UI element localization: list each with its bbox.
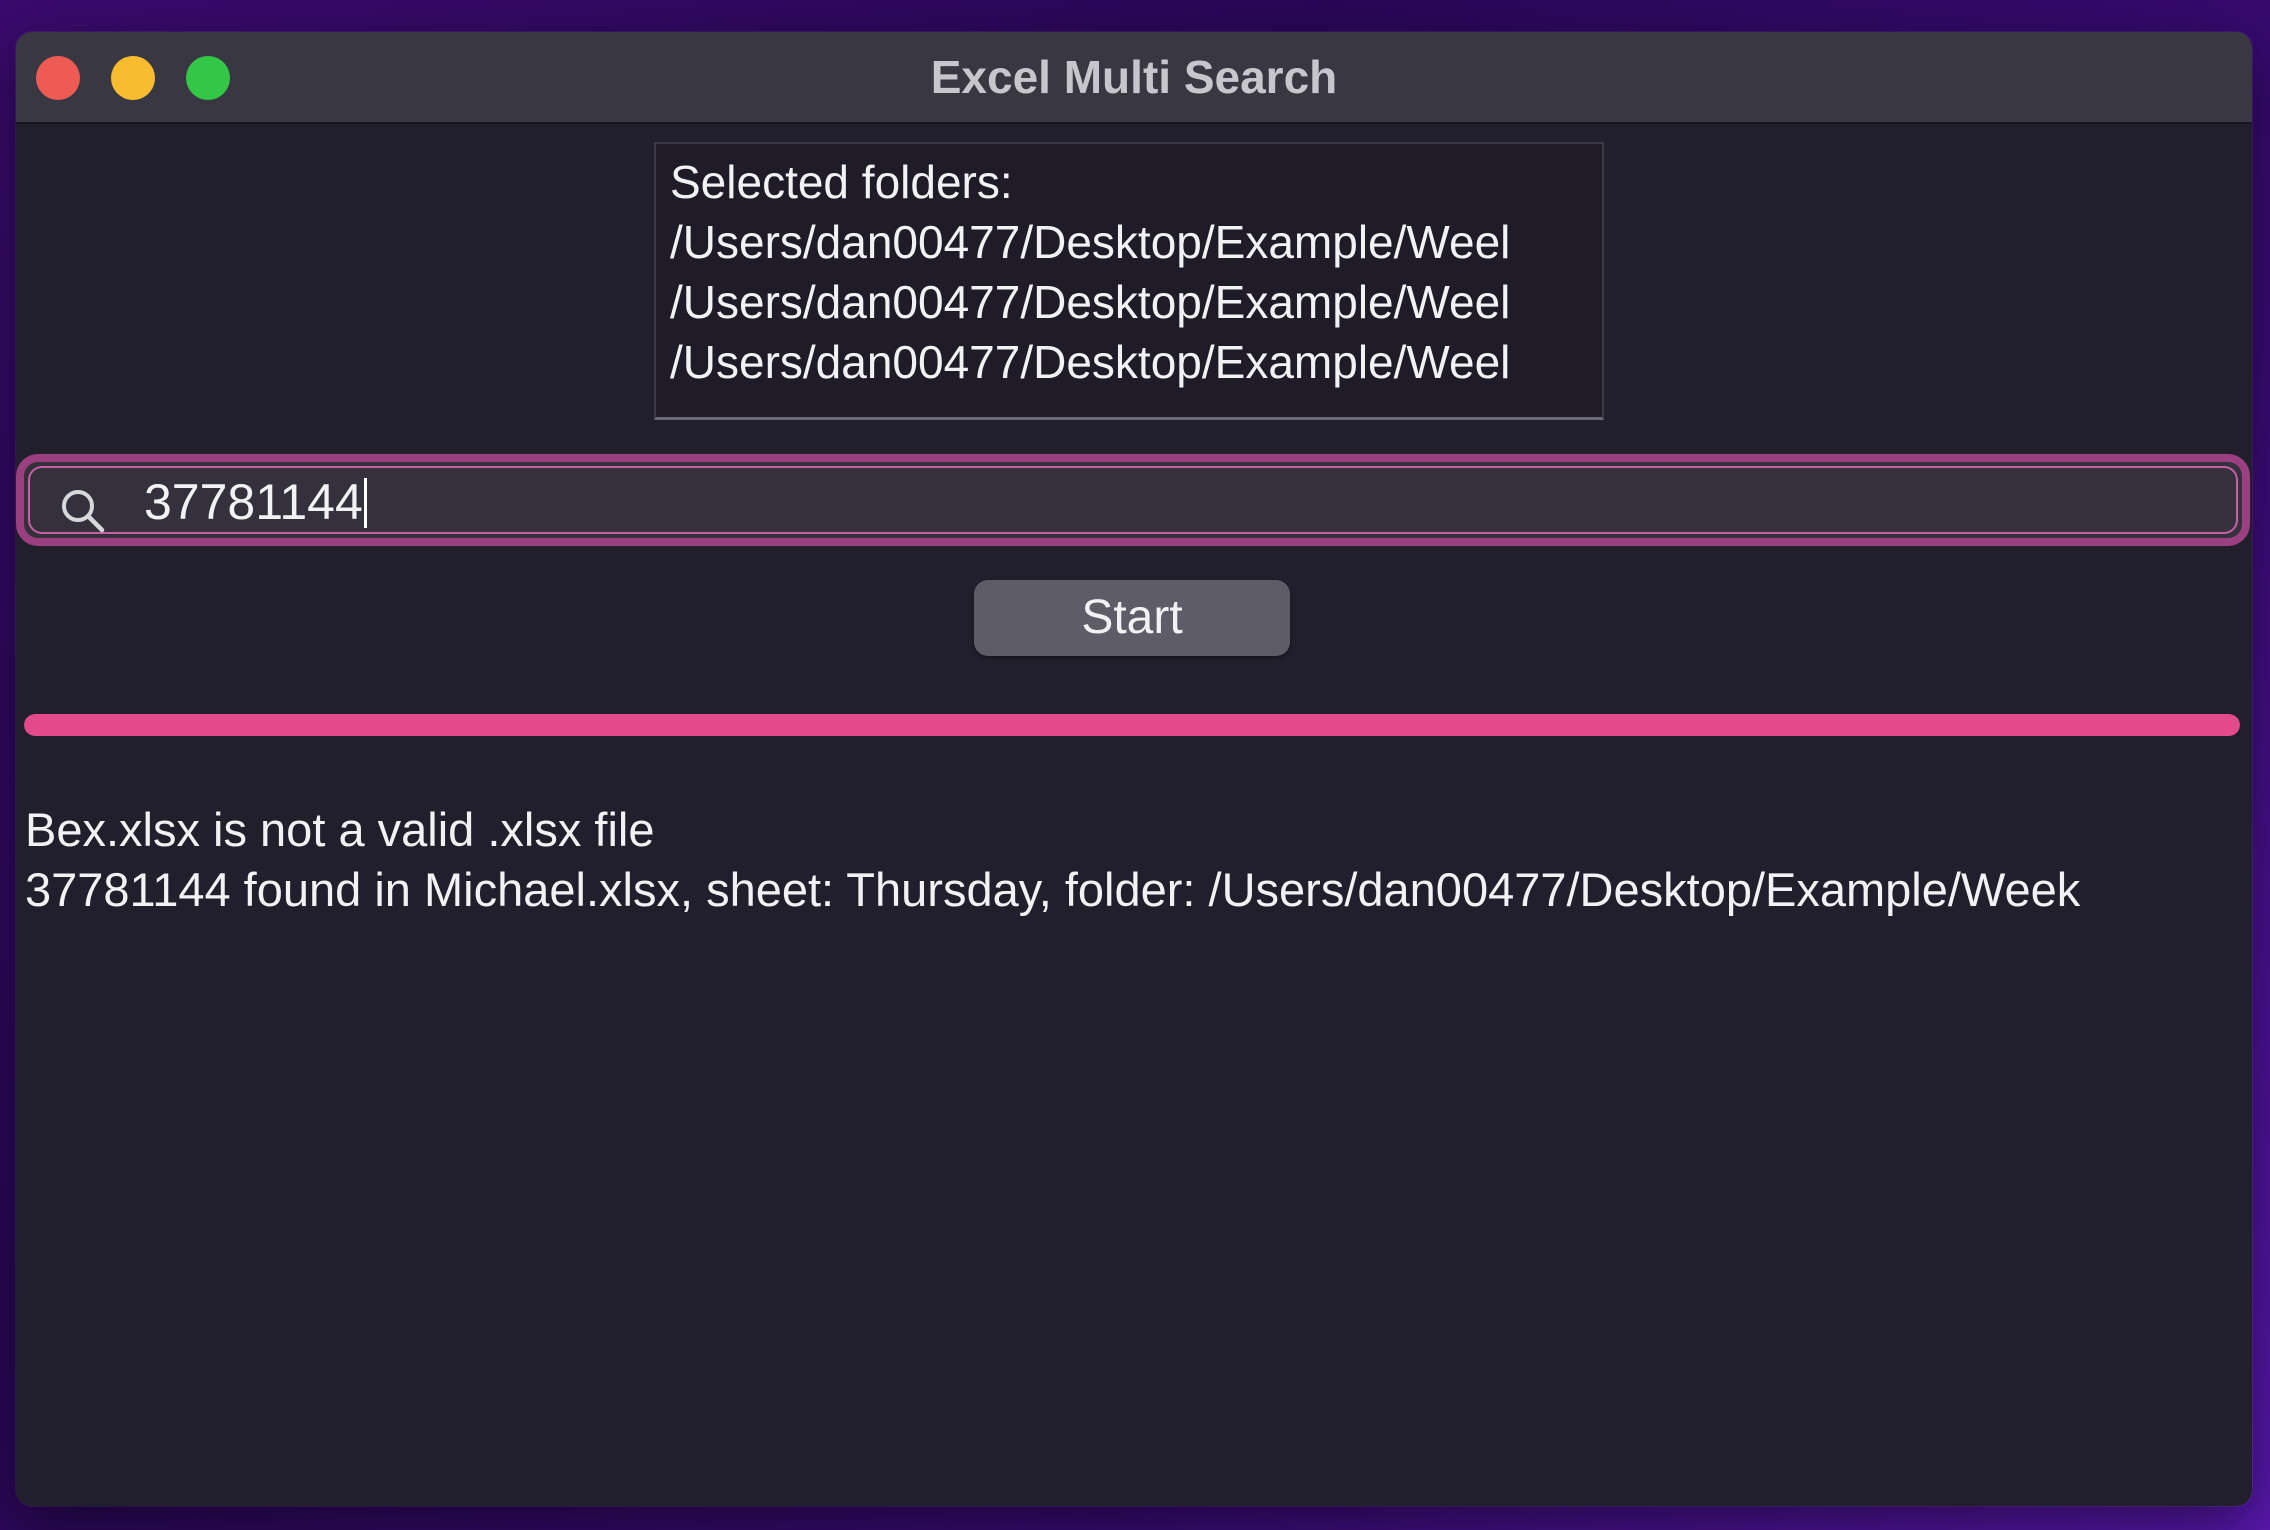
title-bar: Excel Multi Search (16, 32, 2252, 124)
search-field-inner (28, 466, 2238, 536)
start-button[interactable]: Start (974, 580, 1290, 656)
log-line: 37781144 found in Michael.xlsx, sheet: T… (25, 863, 2081, 916)
log-line: Bex.xlsx is not a valid .xlsx file (25, 803, 655, 856)
folder-path: /Users/dan00477/Desktop/Example/Weel (670, 336, 1511, 388)
folder-path: /Users/dan00477/Desktop/Example/Weel (670, 276, 1511, 328)
results-log: Bex.xlsx is not a valid .xlsx file 37781… (25, 800, 2249, 920)
progress-bar-fill (24, 714, 2240, 736)
text-caret (364, 478, 367, 528)
search-field[interactable] (16, 454, 2250, 546)
window-title: Excel Multi Search (930, 51, 1338, 103)
selected-folders-box[interactable]: Selected folders: /Users/dan00477/Deskto… (654, 142, 1604, 420)
app-window: Excel Multi Search Selected folders: /Us… (16, 32, 2252, 1506)
selected-folders-header: Selected folders: (670, 156, 1013, 208)
search-icon (62, 490, 105, 533)
folder-path: /Users/dan00477/Desktop/Example/Weel (670, 216, 1511, 268)
search-input[interactable] (144, 468, 2044, 536)
progress-bar (24, 714, 2240, 736)
